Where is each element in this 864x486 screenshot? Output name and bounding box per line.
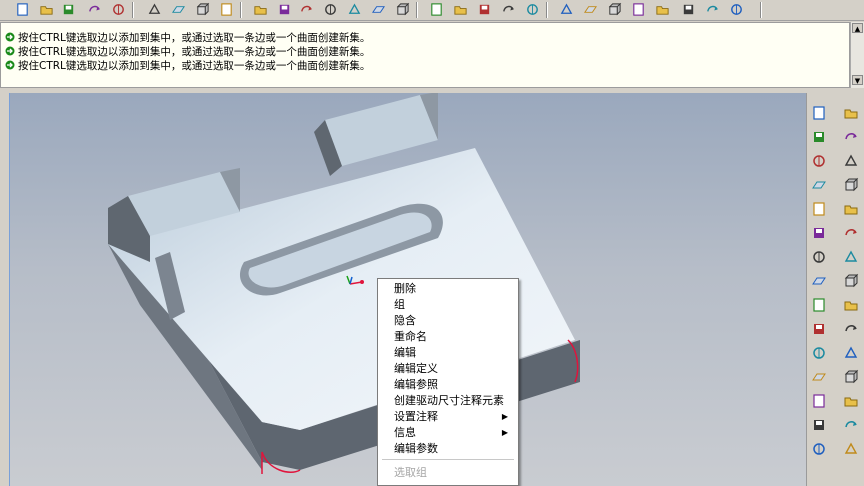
message-text: 按住CTRL键选取边以添加到集中，或通过选取一条边或一个曲面创建新集。 <box>18 31 371 44</box>
feature-toolbar <box>806 93 864 486</box>
shaded-icon[interactable] <box>500 1 517 18</box>
submenu-arrow-icon: ▶ <box>501 427 508 437</box>
axis-display-icon[interactable] <box>704 1 721 18</box>
project-icon[interactable] <box>841 391 861 411</box>
annotation-icon[interactable] <box>809 247 829 267</box>
message-arrow-icon <box>5 46 15 56</box>
mirror-icon[interactable] <box>809 319 829 339</box>
hidden-line-icon[interactable] <box>452 1 469 18</box>
datum-axis-icon[interactable] <box>809 151 829 171</box>
spin-center-icon[interactable] <box>322 1 339 18</box>
message-line: 按住CTRL键选取边以添加到集中，或通过选取一条边或一个曲面创建新集。 <box>5 30 370 44</box>
layers-icon[interactable] <box>370 1 387 18</box>
message-line: 按住CTRL键选取边以添加到集中，或通过选取一条边或一个曲面创建新集。 <box>5 44 370 58</box>
left-panel-toggle[interactable] <box>0 93 10 486</box>
menu-item-edit-references[interactable]: 编辑参照 <box>394 376 514 392</box>
datum-planes-icon[interactable] <box>558 1 575 18</box>
menu-item-edit-definition[interactable]: 编辑定义 <box>394 360 514 376</box>
solidify-icon[interactable] <box>809 391 829 411</box>
menu-item-rename[interactable]: 重命名 <box>394 328 514 344</box>
toolbar-separator <box>240 2 242 18</box>
zoom-icon[interactable] <box>298 1 315 18</box>
toolbar-separator <box>132 2 134 18</box>
offset-icon[interactable] <box>809 367 829 387</box>
menu-item-edit-parameters[interactable]: 编辑参数 <box>394 440 514 456</box>
open-folder-icon[interactable] <box>38 1 55 18</box>
message-text: 按住CTRL键选取边以添加到集中，或通过选取一条边或一个曲面创建新集。 <box>18 45 371 58</box>
save-icon[interactable] <box>86 1 103 18</box>
select-icon[interactable] <box>276 1 293 18</box>
menu-item-info[interactable]: 信息 ▶ <box>394 424 514 440</box>
intersect-icon[interactable] <box>809 415 829 435</box>
round-icon[interactable] <box>841 271 861 291</box>
fill-icon[interactable] <box>809 439 829 459</box>
datum-plane-icon[interactable] <box>809 127 829 147</box>
color-icon[interactable] <box>841 127 861 147</box>
toolbar-separator <box>546 2 548 18</box>
pattern-icon[interactable] <box>841 295 861 315</box>
submenu-arrow-icon: ▶ <box>501 411 508 421</box>
menu-item-group[interactable]: 组 <box>394 296 514 312</box>
draft-icon[interactable] <box>841 199 861 219</box>
point-icon[interactable] <box>809 199 829 219</box>
merge-icon[interactable] <box>841 319 861 339</box>
brush-icon[interactable] <box>841 103 861 123</box>
appearance-icon[interactable] <box>524 1 541 18</box>
orient-icon[interactable] <box>346 1 363 18</box>
open-recent-icon[interactable] <box>60 1 77 18</box>
chamfer-icon[interactable] <box>809 295 829 315</box>
save-copy-icon[interactable] <box>110 1 127 18</box>
datum-points-icon[interactable] <box>630 1 647 18</box>
wireframe-icon[interactable] <box>428 1 445 18</box>
message-scrollbar[interactable]: ▲ ▼ <box>850 22 864 88</box>
csys-icon[interactable] <box>809 223 829 243</box>
new-file-icon[interactable] <box>14 1 31 18</box>
view-manager-icon[interactable] <box>394 1 411 18</box>
wrap-icon[interactable] <box>841 415 861 435</box>
rib-icon[interactable] <box>841 247 861 267</box>
context-menu: 删除 组 隐含 重命名 编辑 编辑定义 编辑参照 创建驱动尺寸注释元素 设置注释… <box>377 278 519 486</box>
blend-icon[interactable] <box>841 439 861 459</box>
trim-icon[interactable] <box>809 343 829 363</box>
paste-icon[interactable] <box>194 1 211 18</box>
point-display-icon[interactable] <box>728 1 745 18</box>
message-arrow-icon <box>5 60 15 70</box>
sketch-icon[interactable] <box>809 103 829 123</box>
hole-icon[interactable] <box>809 271 829 291</box>
scroll-up-button[interactable]: ▲ <box>852 23 863 33</box>
message-line: 按住CTRL键选取边以添加到集中，或通过选取一条边或一个曲面创建新集。 <box>5 58 370 72</box>
menu-item-set-annotation[interactable]: 设置注释 ▶ <box>394 408 514 424</box>
plane-display-icon[interactable] <box>680 1 697 18</box>
datum-axes-icon[interactable] <box>582 1 599 18</box>
apply-icon[interactable] <box>841 151 861 171</box>
graphics-window[interactable]: 删除 组 隐含 重命名 编辑 编辑定义 编辑参照 创建驱动尺寸注释元素 设置注释… <box>10 93 806 486</box>
cut-icon[interactable] <box>841 175 861 195</box>
extend-icon[interactable] <box>841 343 861 363</box>
copy-icon[interactable] <box>170 1 187 18</box>
menu-item-edit[interactable]: 编辑 <box>394 344 514 360</box>
menu-separator <box>382 459 514 460</box>
no-hidden-icon[interactable] <box>476 1 493 18</box>
curve-icon[interactable] <box>809 175 829 195</box>
toolbar-separator <box>416 2 418 18</box>
shell-icon[interactable] <box>841 223 861 243</box>
menu-item-suppress[interactable]: 隐含 <box>394 312 514 328</box>
scroll-down-button[interactable]: ▼ <box>852 75 863 85</box>
message-text: 按住CTRL键选取边以添加到集中，或通过选取一条边或一个曲面创建新集。 <box>18 59 371 72</box>
message-area: 按住CTRL键选取边以添加到集中，或通过选取一条边或一个曲面创建新集。 按住CT… <box>0 22 850 88</box>
message-arrow-icon <box>5 32 15 42</box>
menu-item-delete[interactable]: 删除 <box>394 280 514 296</box>
regenerate-icon[interactable] <box>218 1 235 18</box>
repaint-icon[interactable] <box>252 1 269 18</box>
thicken-icon[interactable] <box>841 367 861 387</box>
undo-icon[interactable] <box>146 1 163 18</box>
toolbar-separator <box>760 2 762 18</box>
datum-curves-icon[interactable] <box>606 1 623 18</box>
menu-item-create-driving-dimension[interactable]: 创建驱动尺寸注释元素 <box>394 392 514 408</box>
main-toolbar <box>0 0 864 21</box>
menu-item-select-group: 选取组 <box>394 466 427 479</box>
csys-icon[interactable] <box>654 1 671 18</box>
